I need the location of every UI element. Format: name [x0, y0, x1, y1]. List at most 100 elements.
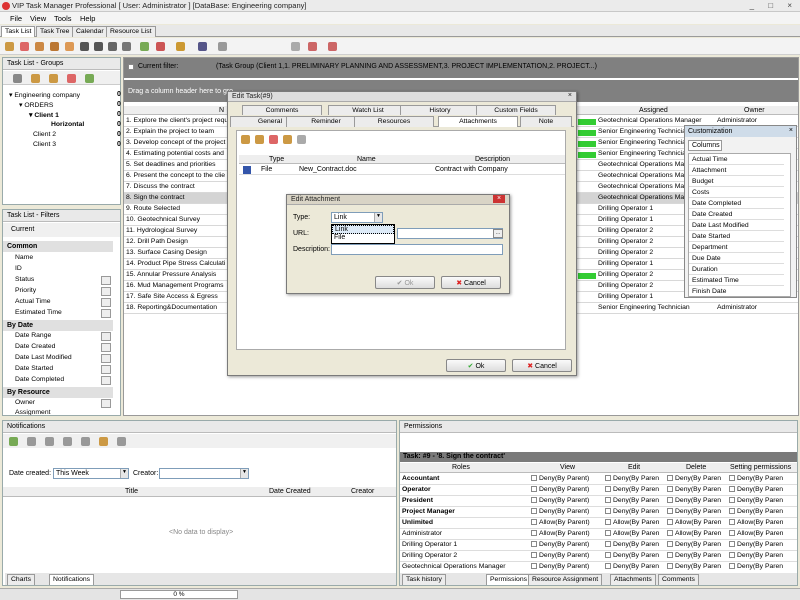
tab-comments[interactable]: Comments: [658, 574, 699, 585]
permission-checkbox[interactable]: [667, 563, 673, 570]
permission-checkbox[interactable]: [729, 530, 735, 537]
tab-task-tree[interactable]: Task Tree: [36, 26, 74, 37]
permission-checkbox[interactable]: [605, 508, 611, 515]
export-icon[interactable]: [308, 42, 317, 51]
permission-checkbox[interactable]: [729, 475, 735, 482]
column-item[interactable]: Budget: [689, 176, 784, 187]
tree-item-client1[interactable]: ▾ Client 1: [29, 111, 59, 119]
edit-task-tab[interactable]: Resources: [354, 116, 434, 127]
permission-cell[interactable]: Deny(By Paren: [729, 552, 795, 559]
attachment-cancel-button[interactable]: ✖ Cancel: [441, 276, 501, 289]
permission-cell[interactable]: Deny(By Parent): [531, 497, 601, 504]
edit-task-tab[interactable]: Custom Fields: [476, 105, 556, 115]
permission-cell[interactable]: Deny(By Paren: [605, 541, 663, 548]
group-delete-icon[interactable]: [67, 74, 76, 83]
menu-file[interactable]: File: [10, 14, 22, 23]
column-item[interactable]: Date Completed: [689, 198, 784, 209]
column-item[interactable]: Duration: [689, 264, 784, 275]
filter-section-resource[interactable]: By Resource: [3, 387, 113, 398]
permission-cell[interactable]: Deny(By Parent): [531, 475, 601, 482]
tab-notifications[interactable]: Notifications: [49, 574, 95, 585]
col-creator[interactable]: Creator: [351, 488, 374, 495]
tab-resource-assignment[interactable]: Resource Assignment: [528, 574, 603, 585]
menu-help[interactable]: Help: [80, 14, 95, 23]
permission-checkbox[interactable]: [667, 475, 673, 482]
permission-checkbox[interactable]: [531, 552, 537, 559]
column-item[interactable]: Actual Time: [689, 154, 784, 165]
permission-checkbox[interactable]: [605, 475, 611, 482]
filter-section-common[interactable]: Common: [3, 241, 113, 252]
permission-checkbox[interactable]: [667, 508, 673, 515]
permission-checkbox[interactable]: [729, 563, 735, 570]
permission-cell[interactable]: Allow(By Paren: [729, 519, 795, 526]
col-att-name[interactable]: Name: [357, 156, 376, 163]
date-created-select[interactable]: This Week ▼: [53, 468, 129, 479]
permission-cell[interactable]: Deny(By Paren: [667, 552, 725, 559]
attachment-row[interactable]: File New_Contract.doc Contract with Comp…: [239, 165, 565, 175]
print-icon[interactable]: [291, 42, 300, 51]
col-view[interactable]: View: [560, 464, 575, 471]
permission-checkbox[interactable]: [605, 530, 611, 537]
notif-action-icon[interactable]: [45, 437, 54, 446]
link-icon[interactable]: [198, 42, 207, 51]
permission-cell[interactable]: Deny(By Paren: [729, 508, 795, 515]
column-item[interactable]: Finish Date: [689, 286, 784, 296]
permission-cell[interactable]: Deny(By Paren: [667, 486, 725, 493]
permission-cell[interactable]: Deny(By Paren: [729, 475, 795, 482]
permission-cell[interactable]: Allow(By Paren: [667, 519, 725, 526]
close-icon[interactable]: ×: [789, 127, 793, 134]
permission-cell[interactable]: Deny(By Paren: [729, 486, 795, 493]
delete-attachment-icon[interactable]: [269, 135, 278, 144]
column-assigned[interactable]: Assigned: [639, 107, 668, 114]
notif-action-icon[interactable]: [117, 437, 126, 446]
permission-checkbox[interactable]: [667, 519, 673, 526]
permission-checkbox[interactable]: [667, 530, 673, 537]
filter-checkbox[interactable]: [128, 64, 134, 70]
paste-icon[interactable]: [65, 42, 74, 51]
tab-permissions[interactable]: Permissions: [486, 574, 532, 585]
permission-cell[interactable]: Allow(By Paren: [729, 530, 795, 537]
permission-cell[interactable]: Deny(By Paren: [667, 475, 725, 482]
edit-task-cancel-button[interactable]: ✖ Cancel: [512, 359, 572, 372]
copy-icon[interactable]: [50, 42, 59, 51]
tab-attachments[interactable]: Attachments: [610, 574, 656, 585]
tab-resource-list[interactable]: Resource List: [106, 26, 156, 37]
refresh-icon[interactable]: [140, 42, 149, 51]
delete-icon[interactable]: [20, 42, 29, 51]
option-file[interactable]: File: [332, 234, 394, 243]
permission-checkbox[interactable]: [605, 563, 611, 570]
permission-checkbox[interactable]: [531, 530, 537, 537]
col-type[interactable]: Type: [269, 156, 284, 163]
dropdown-icon[interactable]: [101, 354, 111, 363]
permission-checkbox[interactable]: [729, 541, 735, 548]
window-controls[interactable]: _ □ ×: [750, 1, 798, 10]
dropdown-icon[interactable]: [101, 399, 111, 408]
permission-checkbox[interactable]: [605, 541, 611, 548]
permission-checkbox[interactable]: [531, 475, 537, 482]
menu-view[interactable]: View: [30, 14, 46, 23]
dropdown-icon[interactable]: [101, 365, 111, 374]
edit-task-tab[interactable]: Comments: [242, 105, 322, 115]
permission-checkbox[interactable]: [667, 552, 673, 559]
column-item[interactable]: Estimated Time: [689, 275, 784, 286]
permission-cell[interactable]: Deny(By Parent): [531, 541, 601, 548]
tree-item-horizontal[interactable]: Horizontal: [51, 121, 84, 128]
permission-checkbox[interactable]: [729, 508, 735, 515]
dropdown-icon[interactable]: [101, 287, 111, 296]
permission-cell[interactable]: Deny(By Paren: [667, 541, 725, 548]
option-link[interactable]: Link: [332, 225, 394, 234]
permission-cell[interactable]: Allow(By Paren: [605, 530, 663, 537]
description-input[interactable]: [331, 244, 503, 255]
group-refresh-icon[interactable]: [85, 74, 94, 83]
tab-charts[interactable]: Charts: [7, 574, 36, 585]
permission-cell[interactable]: Deny(By Paren: [605, 552, 663, 559]
tree-item-client2[interactable]: Client 2: [33, 131, 56, 138]
permission-checkbox[interactable]: [605, 486, 611, 493]
indent-icon[interactable]: [108, 42, 117, 51]
url-input[interactable]: [397, 228, 503, 239]
filter-current[interactable]: Current: [11, 226, 34, 233]
tab-calendar[interactable]: Calendar: [72, 26, 108, 37]
dropdown-icon[interactable]: [101, 309, 111, 318]
table-row[interactable]: Unlimited Allow(By Parent) Allow(By Paren A…: [400, 518, 797, 529]
permission-cell[interactable]: Deny(By Paren: [667, 563, 725, 570]
